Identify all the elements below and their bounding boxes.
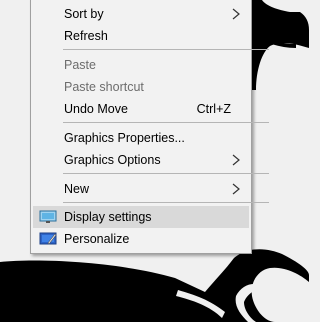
- menu-item-paste[interactable]: Paste: [33, 54, 249, 76]
- menu-item-graphics-properties[interactable]: Graphics Properties...: [33, 127, 249, 149]
- personalize-icon: [39, 232, 57, 245]
- menu-item-personalize[interactable]: Personalize: [33, 228, 249, 250]
- menu-item-refresh[interactable]: Refresh: [33, 25, 249, 47]
- menu-separator: [63, 202, 269, 203]
- menu-item-sort-by[interactable]: Sort by: [33, 3, 249, 25]
- chevron-right-icon: [232, 154, 240, 166]
- menu-item-undo-move[interactable]: Undo Move Ctrl+Z: [33, 98, 249, 120]
- menu-separator: [63, 122, 269, 123]
- menu-item-label: Graphics Properties...: [64, 131, 185, 145]
- menu-item-label: Personalize: [64, 232, 130, 246]
- menu-item-display-settings[interactable]: Display settings: [33, 206, 249, 228]
- menu-item-new[interactable]: New: [33, 178, 249, 200]
- menu-item-label: Display settings: [64, 210, 152, 224]
- menu-item-label: Graphics Options: [64, 153, 161, 167]
- context-menu: Sort by Refresh Paste Paste shortcut Und…: [30, 0, 269, 254]
- menu-separator: [63, 173, 269, 174]
- menu-item-paste-shortcut[interactable]: Paste shortcut: [33, 76, 249, 98]
- menu-item-label: Refresh: [64, 29, 108, 43]
- display-settings-icon: [39, 210, 57, 223]
- menu-item-graphics-options[interactable]: Graphics Options: [33, 149, 249, 171]
- chevron-right-icon: [232, 8, 240, 20]
- menu-item-label: Paste: [64, 58, 96, 72]
- menu-item-label: New: [64, 182, 90, 196]
- chevron-right-icon: [232, 183, 240, 195]
- menu-item-label: Paste shortcut: [64, 80, 144, 94]
- menu-separator: [63, 49, 269, 50]
- menu-item-shortcut: Ctrl+Z: [196, 102, 231, 116]
- menu-item-label: Undo Move: [64, 102, 128, 116]
- menu-item-label: Sort by: [64, 7, 104, 21]
